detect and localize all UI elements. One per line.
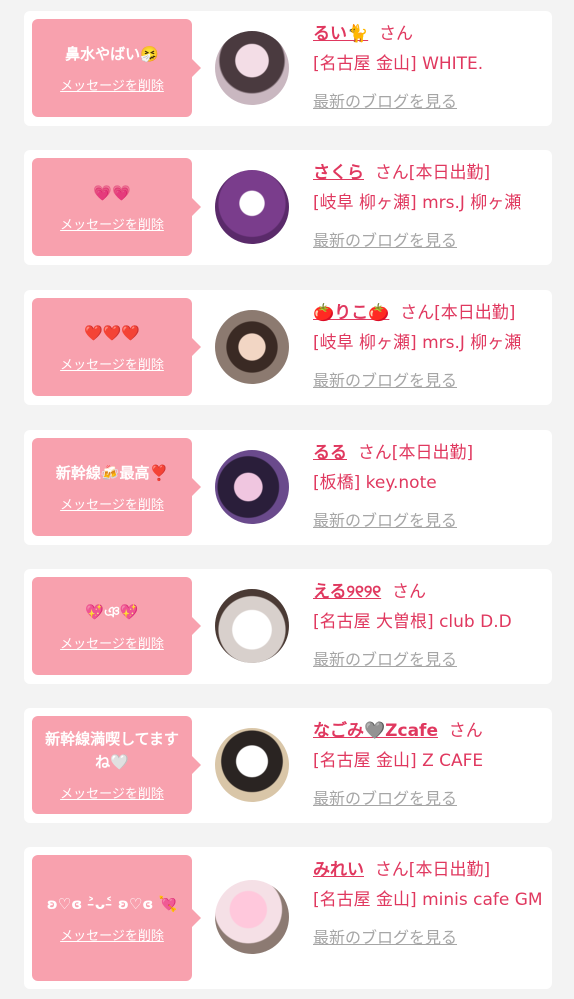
avatar[interactable] xyxy=(215,170,289,244)
delete-message-link[interactable]: メッセージを削除 xyxy=(60,354,164,373)
list-item: ʚ♡ɞ ˃̵ᴗ˂̵ ʚ♡ɞ 💘 メッセージを削除 みれい さん[本日出勤] [名… xyxy=(24,847,552,989)
latest-blog-link[interactable]: 最新のブログを見る xyxy=(313,506,457,536)
name-suffix: さん xyxy=(448,721,483,741)
cast-info: るい🐈 さん [名古屋 金山] WHITE. 最新のブログを見る xyxy=(313,19,549,117)
message-text: 新幹線🍻最高❣️ xyxy=(55,463,169,482)
delete-message-link[interactable]: メッセージを削除 xyxy=(60,214,164,233)
cast-info: なごみ🩶Zcafe さん [名古屋 金山] Z CAFE 最新のブログを見る xyxy=(313,716,549,814)
shop-name: [名古屋 金山] minis cafe GM xyxy=(313,890,543,910)
name-suffix: さん[本日出勤] xyxy=(400,303,516,323)
name-suffix: さん[本日出勤] xyxy=(357,443,474,463)
message-bubble: ❤️❤️❤️ メッセージを削除 xyxy=(32,298,201,396)
message-bubble: 新幹線満喫してますね🤍 メッセージを削除 xyxy=(32,716,201,814)
latest-blog-link[interactable]: 最新のブログを見る xyxy=(313,87,457,117)
cast-name-link[interactable]: える୨୧୨୧ xyxy=(313,582,381,602)
list-item: 新幹線満喫してますね🤍 メッセージを削除 なごみ🩶Zcafe さん [名古屋 金… xyxy=(24,708,552,823)
name-suffix: さん[本日出勤] xyxy=(374,163,491,183)
avatar[interactable] xyxy=(215,450,289,524)
shop-name: [名古屋 大曽根] club D.D xyxy=(313,612,512,632)
cast-info: さくら さん[本日出勤] [岐阜 柳ヶ瀬] mrs.J 柳ヶ瀬 最新のブログを見… xyxy=(313,158,549,256)
list-item: 鼻水やばい🤧 メッセージを削除 るい🐈 さん [名古屋 金山] WHITE. 最… xyxy=(24,11,552,126)
delete-message-link[interactable]: メッセージを削除 xyxy=(60,925,164,944)
shop-name: [名古屋 金山] Z CAFE xyxy=(313,751,484,771)
shop-name: [板橋] key.note xyxy=(313,473,437,493)
shop-name: [岐阜 柳ヶ瀬] mrs.J 柳ヶ瀬 xyxy=(313,333,522,353)
cast-name-link[interactable]: なごみ🩶Zcafe xyxy=(313,721,438,741)
latest-blog-link[interactable]: 最新のブログを見る xyxy=(313,645,457,675)
latest-blog-link[interactable]: 最新のブログを見る xyxy=(313,226,457,256)
message-text: 鼻水やばい🤧 xyxy=(65,44,159,63)
delete-message-link[interactable]: メッセージを削除 xyxy=(60,633,164,652)
avatar[interactable] xyxy=(215,589,289,663)
message-bubble: 💗💗 メッセージを削除 xyxy=(32,158,201,256)
name-suffix: さん xyxy=(391,582,426,602)
cast-name-link[interactable]: るい🐈 xyxy=(313,24,368,44)
latest-blog-link[interactable]: 最新のブログを見る xyxy=(313,923,457,953)
message-bubble: 鼻水やばい🤧 メッセージを削除 xyxy=(32,19,201,117)
cast-info: るる さん[本日出勤] [板橋] key.note 最新のブログを見る xyxy=(313,438,549,536)
message-text: ʚ♡ɞ ˃̵ᴗ˂̵ ʚ♡ɞ 💘 xyxy=(46,894,178,913)
cast-name-link[interactable]: みれい xyxy=(313,860,364,880)
message-text: 新幹線満喫してますね🤍 xyxy=(45,730,179,771)
message-text: 💗💗 xyxy=(93,183,131,202)
delete-message-link[interactable]: メッセージを削除 xyxy=(60,75,164,94)
message-bubble: 新幹線🍻最高❣️ メッセージを削除 xyxy=(32,438,201,536)
delete-message-link[interactable]: メッセージを削除 xyxy=(60,494,164,513)
name-suffix: さん xyxy=(378,24,413,44)
cast-info: える୨୧୨୧ さん [名古屋 大曽根] club D.D 最新のブログを見る xyxy=(313,577,549,675)
list-item: 新幹線🍻最高❣️ メッセージを削除 るる さん[本日出勤] [板橋] key.n… xyxy=(24,430,552,545)
avatar[interactable] xyxy=(215,31,289,105)
cast-info: 🍅りこ🍅 さん[本日出勤] [岐阜 柳ヶ瀬] mrs.J 柳ヶ瀬 最新のブログを… xyxy=(313,298,549,396)
list-item: 💖ঞ💖 メッセージを削除 える୨୧୨୧ さん [名古屋 大曽根] club D.… xyxy=(24,569,552,684)
delete-message-link[interactable]: メッセージを削除 xyxy=(60,783,164,802)
latest-blog-link[interactable]: 最新のブログを見る xyxy=(313,366,457,396)
shop-name: [名古屋 金山] WHITE. xyxy=(313,54,484,74)
avatar[interactable] xyxy=(215,880,289,954)
name-suffix: さん[本日出勤] xyxy=(374,860,491,880)
avatar[interactable] xyxy=(215,310,289,384)
avatar[interactable] xyxy=(215,728,289,802)
cast-info: みれい さん[本日出勤] [名古屋 金山] minis cafe GM 最新のブ… xyxy=(313,855,549,953)
shop-name: [岐阜 柳ヶ瀬] mrs.J 柳ヶ瀬 xyxy=(313,193,522,213)
cast-name-link[interactable]: るる xyxy=(313,443,347,463)
list-item: ❤️❤️❤️ メッセージを削除 🍅りこ🍅 さん[本日出勤] [岐阜 柳ヶ瀬] m… xyxy=(24,290,552,405)
cast-name-link[interactable]: 🍅りこ🍅 xyxy=(313,303,389,323)
cast-name-link[interactable]: さくら xyxy=(313,163,364,183)
list-item: 💗💗 メッセージを削除 さくら さん[本日出勤] [岐阜 柳ヶ瀬] mrs.J … xyxy=(24,150,552,265)
message-text: ❤️❤️❤️ xyxy=(83,323,141,342)
message-bubble: 💖ঞ💖 メッセージを削除 xyxy=(32,577,201,675)
latest-blog-link[interactable]: 最新のブログを見る xyxy=(313,784,457,814)
message-bubble: ʚ♡ɞ ˃̵ᴗ˂̵ ʚ♡ɞ 💘 メッセージを削除 xyxy=(32,855,201,981)
message-text: 💖ঞ💖 xyxy=(85,602,139,621)
